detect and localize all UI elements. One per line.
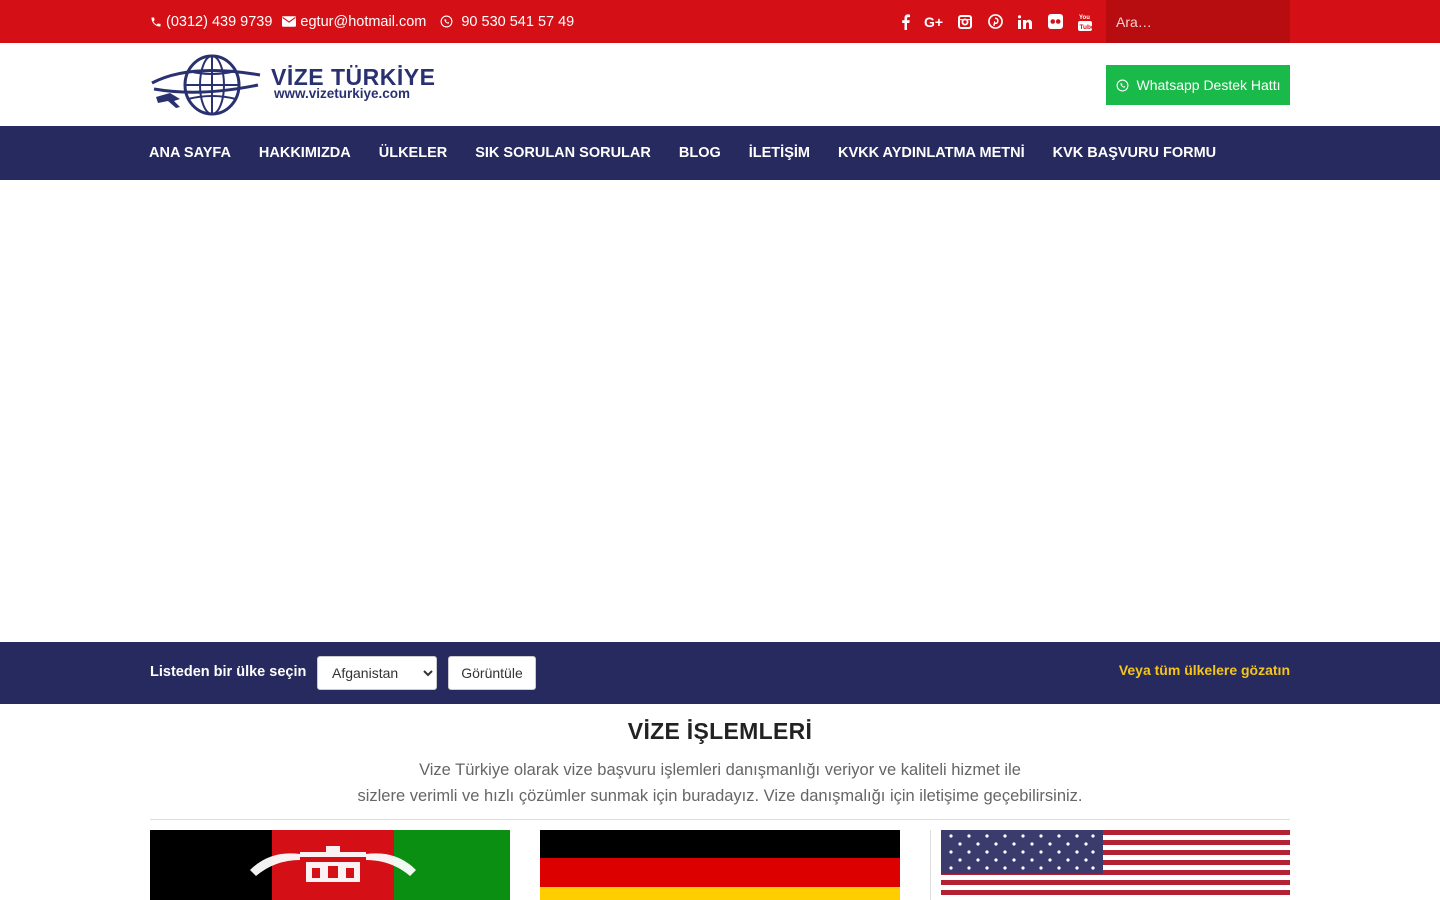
hero-area xyxy=(0,180,1440,642)
search-box xyxy=(1106,0,1290,43)
nav-item-kvk-basvuru[interactable]: KVK BAŞVURU FORMU xyxy=(1053,145,1217,161)
top-bar: (0312) 439 9739 egtur@hotmail.com 90 530… xyxy=(0,0,1440,43)
whatsapp-support-button[interactable]: Whatsapp Destek Hattı xyxy=(1106,65,1290,105)
phone-item[interactable]: (0312) 439 9739 xyxy=(150,14,272,30)
section-description: Vize Türkiye olarak vize başvuru işlemle… xyxy=(0,757,1440,809)
phone-text: (0312) 439 9739 xyxy=(166,13,273,30)
search-input[interactable] xyxy=(1106,0,1290,43)
google-plus-icon[interactable]: G+ xyxy=(920,0,950,43)
svg-text:You: You xyxy=(1079,15,1090,21)
nav-item-hakkimizda[interactable]: HAKKIMIZDA xyxy=(259,145,351,161)
whatsapp-text: 90 530 541 57 49 xyxy=(461,13,575,30)
nav-item-blog[interactable]: BLOG xyxy=(679,145,721,161)
phone-icon xyxy=(151,17,161,26)
section-desc-line2: sizlere verimli ve hızlı çözümler sunmak… xyxy=(357,787,1083,805)
site-logo[interactable]: VİZE TÜRKİYE www.vizeturkiye.com xyxy=(150,53,450,117)
pinterest-icon[interactable] xyxy=(980,0,1010,43)
nav-item-ana-sayfa[interactable]: ANA SAYFA xyxy=(149,145,231,161)
svg-text:Tube: Tube xyxy=(1080,24,1093,31)
flickr-icon[interactable] xyxy=(1040,0,1070,43)
nav-list: ANA SAYFA HAKKIMIZDA ÜLKELER SIK SORULAN… xyxy=(149,126,1244,180)
envelope-icon xyxy=(282,16,297,27)
section-title: VİZE İŞLEMLERİ xyxy=(627,718,813,744)
nav-item-sss[interactable]: SIK SORULAN SORULAR xyxy=(475,145,651,161)
site-header: VİZE TÜRKİYE www.vizeturkiye.com Whatsap… xyxy=(0,43,1440,126)
whatsapp-icon xyxy=(440,15,453,28)
whatsapp-item[interactable]: 90 530 541 57 49 xyxy=(440,14,574,30)
instagram-icon[interactable] xyxy=(950,0,980,43)
youtube-icon[interactable]: You Tube xyxy=(1070,0,1100,43)
whatsapp-button-label: Whatsapp Destek Hattı xyxy=(1136,77,1281,93)
country-cards xyxy=(0,820,1440,900)
nav-item-kvkk-aydinlatma[interactable]: KVKK AYDINLATMA METNİ xyxy=(838,145,1025,161)
afghanistan-flag[interactable] xyxy=(150,830,510,900)
usa-flag[interactable] xyxy=(930,830,1290,900)
country-select[interactable]: Afganistan xyxy=(317,656,437,690)
email-item[interactable]: egtur@hotmail.com xyxy=(282,14,426,30)
section-desc-line1: Vize Türkiye olarak vize başvuru işlemle… xyxy=(419,761,1021,779)
browse-all-countries-link[interactable]: Veya tüm ülkelere gözatın xyxy=(1119,662,1290,678)
facebook-icon[interactable] xyxy=(890,0,920,43)
contact-info: (0312) 439 9739 egtur@hotmail.com 90 530… xyxy=(150,0,584,43)
main-nav: ANA SAYFA HAKKIMIZDA ÜLKELER SIK SORULAN… xyxy=(0,126,1440,180)
country-select-label: Listeden bir ülke seçin xyxy=(150,664,307,680)
email-text: egtur@hotmail.com xyxy=(300,13,427,30)
nav-item-iletisim[interactable]: İLETİŞİM xyxy=(749,145,810,161)
linkedin-icon[interactable] xyxy=(1010,0,1040,43)
country-select-bar: Listeden bir ülke seçin Afganistan Görün… xyxy=(0,642,1440,704)
view-button[interactable]: Görüntüle xyxy=(448,656,536,690)
whatsapp-icon xyxy=(1116,79,1128,91)
germany-flag[interactable] xyxy=(540,830,900,900)
svg-text:G+: G+ xyxy=(924,15,943,29)
logo-url: www.vizeturkiye.com xyxy=(274,86,411,101)
social-links: G+ You Tube xyxy=(890,0,1100,43)
nav-item-ulkeler[interactable]: ÜLKELER xyxy=(379,145,447,161)
globe-plane-icon xyxy=(151,54,261,116)
